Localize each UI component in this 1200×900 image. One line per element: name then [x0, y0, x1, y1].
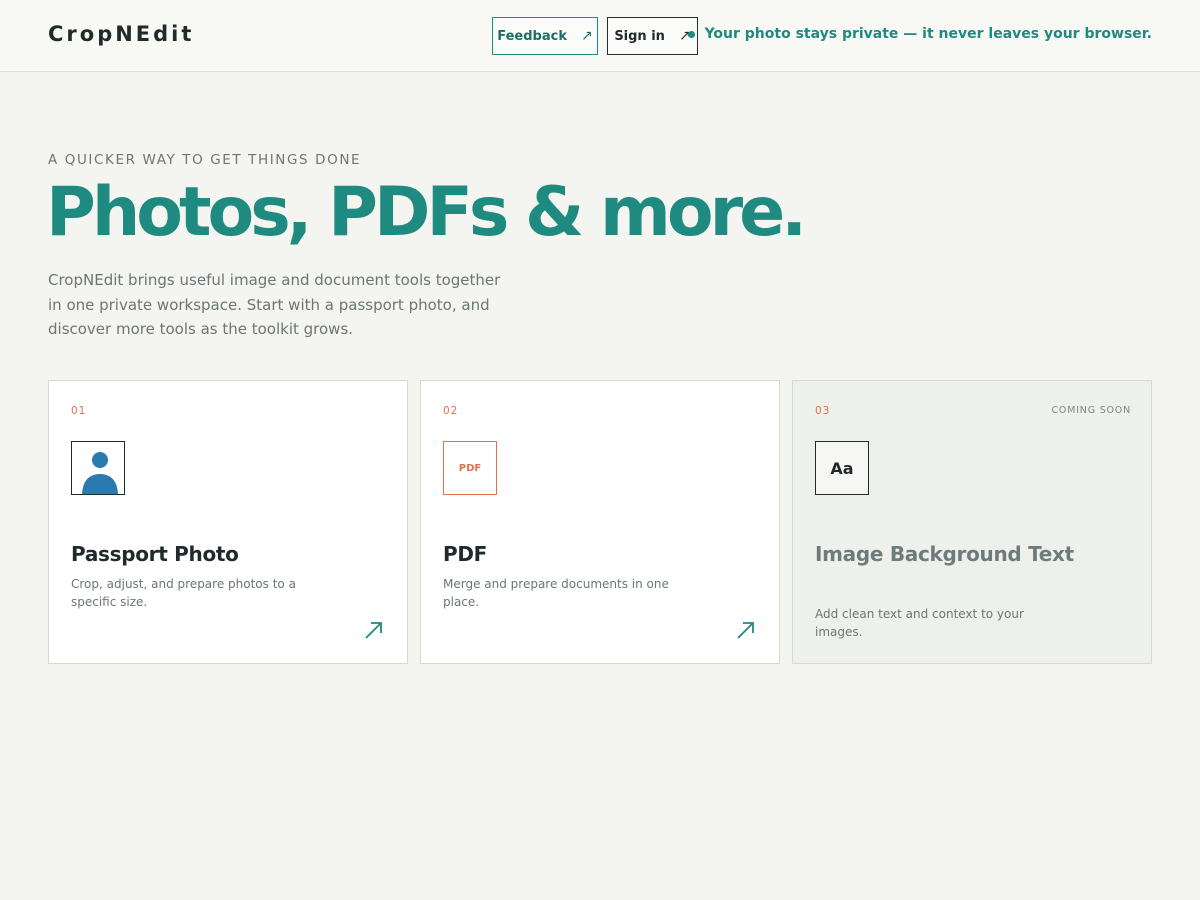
privacy-notice: Your photo stays private — it never leav…: [687, 26, 1152, 42]
tool-card-number: 03: [815, 405, 831, 417]
external-arrow-icon: ↗: [581, 28, 593, 44]
tool-card-description: Merge and prepare documents in one place…: [443, 577, 669, 609]
hero-intro: CropNEdit brings useful image and docume…: [48, 271, 501, 338]
arrow-up-right-icon[interactable]: [735, 619, 757, 641]
person-icon: [71, 441, 125, 495]
feedback-button-label: Feedback: [497, 28, 567, 44]
tool-card-title: Image Background Text: [815, 542, 1074, 566]
tool-card-title: Passport Photo: [71, 542, 239, 566]
top-navigation: CropNEdit Feedback ↗ Sign in ↗ Your phot…: [0, 0, 1200, 72]
logo[interactable]: CropNEdit: [48, 22, 194, 46]
tool-card-number: 02: [443, 405, 459, 417]
pdf-icon: PDF: [443, 441, 497, 495]
tool-card-number: 01: [71, 405, 87, 417]
tool-card-pdf[interactable]: 02 PDF PDF Merge and prepare documents i…: [420, 380, 780, 664]
text-icon: Aa: [815, 441, 869, 495]
status-dot-icon: [687, 30, 695, 38]
tool-card-passport-photo[interactable]: 01 Passport Photo Crop, adjust, and prep…: [48, 380, 408, 664]
hero-headline: Photos, PDFs & more.: [46, 173, 807, 252]
hero-eyebrow: A QUICKER WAY TO GET THINGS DONE: [48, 152, 362, 168]
coming-soon-badge: COMING SOON: [1051, 405, 1131, 416]
tool-card-description: Crop, adjust, and prepare photos to a sp…: [71, 577, 296, 609]
sign-in-button[interactable]: Sign in ↗: [607, 17, 698, 55]
tool-card-image-background-text: 03 COMING SOON Aa Image Background Text …: [792, 380, 1152, 664]
arrow-up-right-icon[interactable]: [363, 619, 385, 641]
tool-card-description: Add clean text and context to your image…: [815, 607, 1024, 639]
sign-in-button-label: Sign in: [614, 28, 665, 44]
feedback-button[interactable]: Feedback ↗: [492, 17, 598, 55]
tool-card-title: PDF: [443, 542, 488, 566]
privacy-notice-text: Your photo stays private — it never leav…: [704, 26, 1152, 42]
